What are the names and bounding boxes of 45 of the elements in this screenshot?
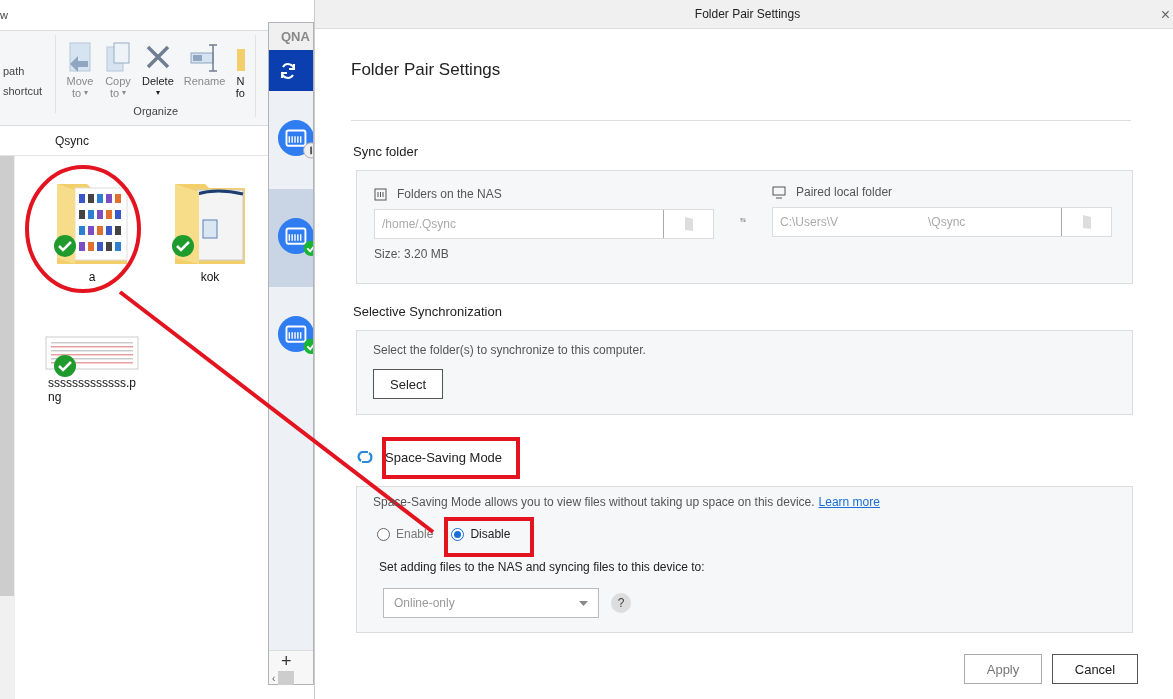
file-name: kok bbox=[200, 270, 220, 284]
scrollbar-thumb[interactable] bbox=[278, 671, 295, 685]
help-button[interactable]: ? bbox=[611, 593, 631, 613]
caret-icon: ▾ bbox=[155, 87, 160, 99]
size-text: Size: 3.20 MB bbox=[374, 247, 450, 261]
scrollbar[interactable] bbox=[0, 156, 14, 699]
field-label: Paired local folder bbox=[796, 185, 893, 199]
description-text: Select the folder(s) to synchronize to this computer. bbox=[373, 343, 647, 357]
radio-option[interactable]: Enable bbox=[373, 523, 442, 545]
window-title: Folder Pair Settings bbox=[694, 7, 801, 21]
image-thumbnail-icon bbox=[45, 336, 139, 372]
file-item[interactable]: kok bbox=[155, 170, 265, 318]
ribbon-button[interactable]: Delete ▾ bbox=[138, 39, 178, 105]
caret-icon: ▾ bbox=[84, 87, 89, 99]
ribbon-command[interactable]: shortcut bbox=[3, 85, 55, 97]
scroll-left-icon[interactable]: ‹ bbox=[269, 672, 279, 684]
caret-icon: ▾ bbox=[122, 87, 127, 99]
radio-option[interactable]: Disable bbox=[447, 523, 519, 545]
section-title: Selective Synchronization bbox=[353, 304, 502, 319]
add-button[interactable]: + bbox=[269, 651, 313, 671]
setting-label: Set adding files to the NAS and syncing files to this device to: bbox=[379, 560, 706, 574]
ribbon-tab[interactable]: w bbox=[0, 9, 8, 21]
sync-icon[interactable] bbox=[279, 61, 297, 80]
dialog-button[interactable]: Cancel bbox=[1052, 654, 1138, 684]
copy-icon bbox=[104, 41, 132, 75]
caret-icon bbox=[579, 600, 588, 606]
field-label: Folders on the NAS bbox=[397, 187, 502, 201]
nas-item[interactable] bbox=[269, 189, 313, 287]
nas-icon bbox=[374, 187, 387, 201]
group-label: Organize bbox=[133, 105, 178, 117]
breadcrumb[interactable]: Qsync bbox=[55, 133, 89, 148]
section-title: Sync folder bbox=[353, 144, 419, 159]
learn-more-link[interactable]: Learn more bbox=[818, 495, 880, 509]
dialog-heading: Folder Pair Settings bbox=[351, 60, 502, 80]
file-name: a bbox=[88, 270, 96, 284]
section-title: Space-Saving Mode bbox=[385, 449, 503, 465]
ribbon-command[interactable]: path bbox=[3, 65, 55, 77]
file-item[interactable]: sssssssssssss.p ng bbox=[37, 318, 147, 466]
ribbon-button[interactable]: N fo bbox=[231, 39, 250, 105]
file-name: sssssssssssss.p ng bbox=[48, 376, 136, 404]
monitor-icon bbox=[772, 185, 786, 199]
close-button[interactable]: × bbox=[1160, 6, 1170, 24]
select-button[interactable]: Select bbox=[373, 369, 444, 399]
app-logo: QNA bbox=[269, 23, 313, 50]
file-item[interactable]: a bbox=[37, 170, 147, 318]
